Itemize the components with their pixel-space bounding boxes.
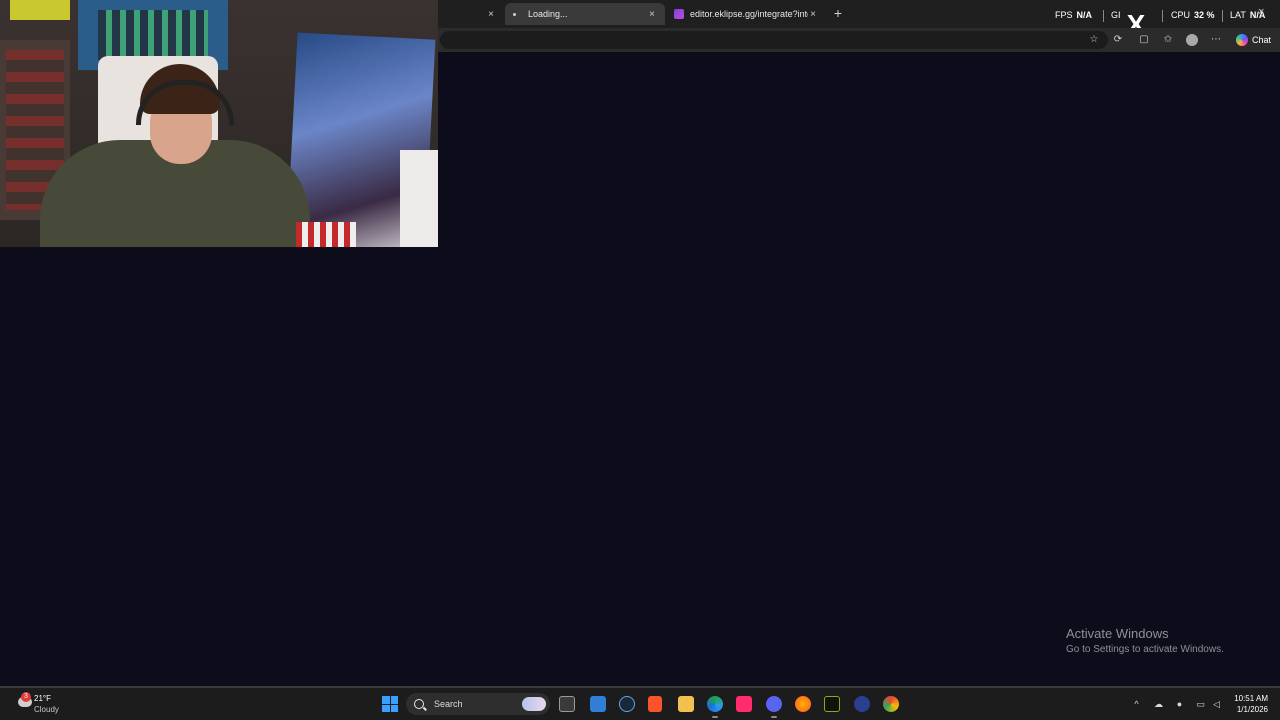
webcam-bg-object xyxy=(296,222,356,247)
gpu-label: GI xyxy=(1111,10,1121,20)
copilot-icon xyxy=(1236,34,1248,46)
activate-windows-watermark: Activate Windows Go to Settings to activ… xyxy=(1066,626,1224,655)
fps-value: N/A xyxy=(1076,10,1093,20)
display-icon[interactable]: ▭ xyxy=(1196,700,1205,709)
search-icon xyxy=(414,699,424,709)
new-tab-button[interactable]: + xyxy=(832,5,844,21)
weather-condition: Cloudy xyxy=(34,705,59,714)
cloud-sync-icon[interactable]: ☁ xyxy=(1154,700,1163,709)
app-icon[interactable] xyxy=(854,696,870,712)
tab-close-icon[interactable]: × xyxy=(808,9,818,20)
weather-temperature: 21°F xyxy=(34,694,51,703)
notification-badge: 3 xyxy=(21,692,31,702)
tab-title: editor.eklipse.gg/integrate?integra xyxy=(690,9,808,19)
loading-icon xyxy=(513,12,516,16)
webcam-overlay xyxy=(0,0,438,247)
profile-avatar-icon[interactable] xyxy=(1186,34,1198,46)
fps-counter: FPS N/A xyxy=(1055,10,1092,20)
lat-label: LAT xyxy=(1230,10,1246,20)
watermark-title: Activate Windows xyxy=(1066,626,1169,641)
cpu-counter: CPU 32 % xyxy=(1171,10,1215,20)
weather-widget[interactable]: 3 21°F Cloudy xyxy=(18,692,78,715)
browser-tab-active[interactable]: Loading... × xyxy=(505,3,665,25)
favorite-star-icon[interactable]: ☆ xyxy=(1088,34,1100,46)
cpu-value: 32 % xyxy=(1194,10,1215,20)
chrome-icon[interactable] xyxy=(883,696,899,712)
eklipse-favicon-icon xyxy=(674,9,684,19)
browser-tab[interactable]: × xyxy=(440,3,504,25)
split-screen-icon[interactable]: ▢ xyxy=(1138,34,1150,46)
task-view-icon[interactable] xyxy=(559,696,575,712)
windows-start-icon[interactable] xyxy=(382,696,398,712)
windows-taskbar: 3 21°F Cloudy Search ^ ☁ ● ▭ ◁ 10:51 AM … xyxy=(0,688,1280,720)
tab-title: Loading... xyxy=(528,9,568,19)
nvidia-icon[interactable] xyxy=(824,696,840,712)
folder-icon[interactable] xyxy=(678,696,694,712)
taskbar-clock[interactable]: 10:51 AM 1/1/2026 xyxy=(1226,693,1268,715)
notepad-icon[interactable] xyxy=(590,696,606,712)
active-app-indicator xyxy=(771,716,777,718)
clock-time: 10:51 AM xyxy=(1234,694,1268,703)
microphone-icon[interactable]: ● xyxy=(1175,700,1184,709)
tiktok-icon[interactable] xyxy=(736,696,752,712)
fps-label: FPS xyxy=(1055,10,1073,20)
search-highlight-icon xyxy=(522,697,546,711)
edge-icon[interactable] xyxy=(707,696,723,712)
active-app-indicator xyxy=(712,716,718,718)
cpu-label: CPU xyxy=(1171,10,1191,20)
browser-tab[interactable]: editor.eklipse.gg/integrate?integra × xyxy=(666,3,826,25)
webcam-bg-object xyxy=(400,150,438,247)
volume-icon[interactable]: ◁ xyxy=(1212,700,1221,709)
taskbar-search-input[interactable]: Search xyxy=(406,693,550,715)
more-options-icon[interactable]: ⋯ xyxy=(1210,34,1222,46)
stats-divider xyxy=(1162,10,1163,22)
copilot-chat-button[interactable]: Chat xyxy=(1232,31,1275,49)
webcam-bg-object xyxy=(10,0,70,20)
gpu-counter: GI xyxy=(1111,10,1121,20)
steam-icon[interactable] xyxy=(619,696,635,712)
stats-divider xyxy=(1103,10,1104,22)
clock-date: 1/1/2026 xyxy=(1236,705,1268,714)
window-close-icon[interactable]: × xyxy=(1258,6,1264,18)
brave-icon[interactable] xyxy=(648,696,662,712)
favorites-icon[interactable]: ✩ xyxy=(1162,34,1174,46)
watermark-subtitle: Go to Settings to activate Windows. xyxy=(1066,644,1224,655)
chevron-up-icon[interactable]: ^ xyxy=(1132,700,1141,709)
firefox-icon[interactable] xyxy=(795,696,811,712)
tab-close-icon[interactable]: × xyxy=(647,9,657,20)
tab-close-icon[interactable]: × xyxy=(486,9,496,20)
refresh-icon[interactable]: ⟳ xyxy=(1112,34,1124,46)
search-placeholder: Search xyxy=(434,699,463,709)
chat-label: Chat xyxy=(1252,35,1272,45)
stats-divider xyxy=(1222,10,1223,22)
discord-icon[interactable] xyxy=(766,696,782,712)
address-bar[interactable] xyxy=(440,31,1108,49)
